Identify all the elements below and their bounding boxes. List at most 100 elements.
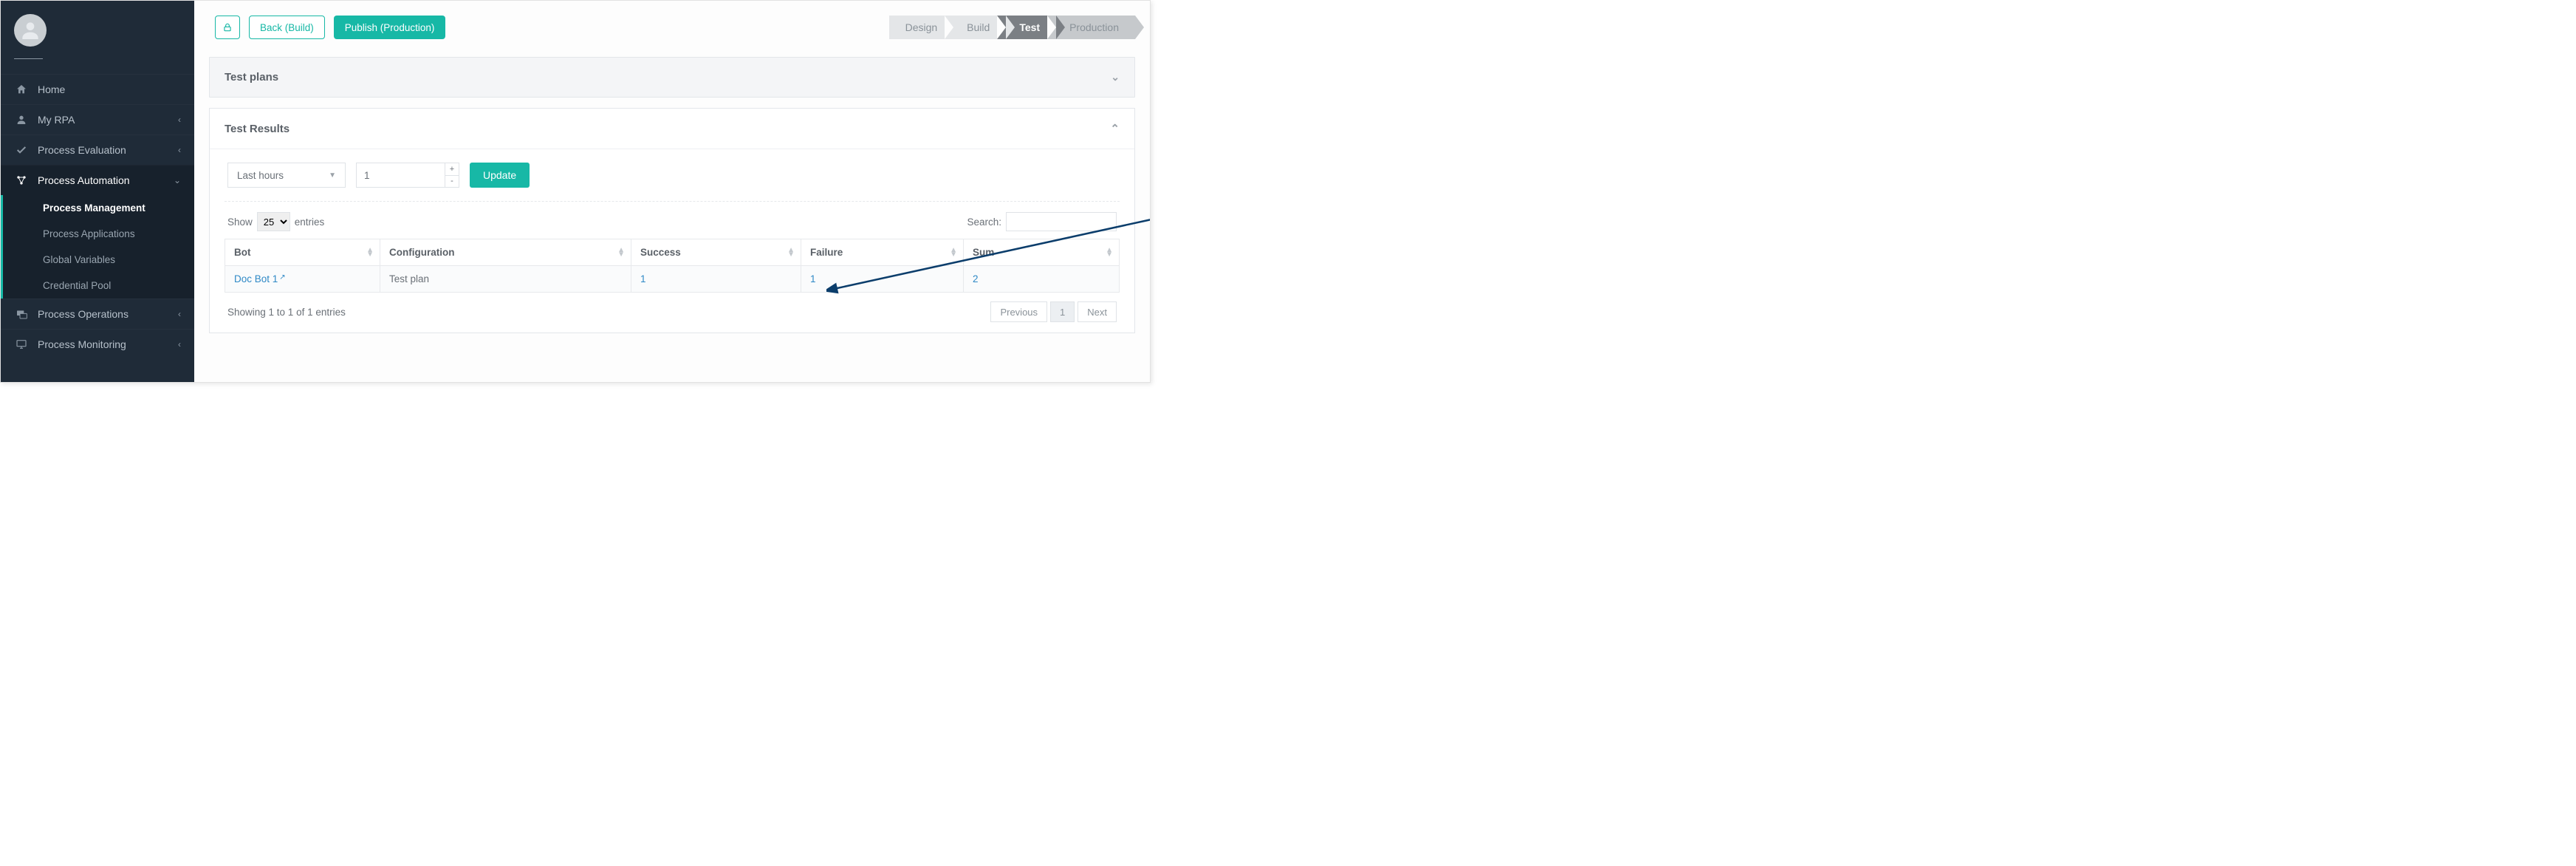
pager-prev[interactable]: Previous: [990, 301, 1047, 322]
subnav-label: Global Variables: [43, 254, 115, 265]
update-button[interactable]: Update: [470, 163, 530, 188]
chevron-left-icon: ‹: [178, 145, 181, 155]
failure-link[interactable]: 1: [810, 273, 816, 284]
chevron-left-icon: ‹: [178, 115, 181, 125]
panel-test-plans-header[interactable]: Test plans ⌄: [210, 58, 1134, 97]
col-label: Bot: [234, 247, 251, 258]
col-configuration[interactable]: Configuration ▲▼: [380, 239, 631, 266]
lock-button[interactable]: [215, 16, 240, 39]
table-info: Showing 1 to 1 of 1 entries: [227, 307, 346, 318]
sort-icon: ▲▼: [787, 248, 795, 257]
col-label: Configuration: [389, 247, 454, 258]
sidebar-item-process-monitoring[interactable]: Process Monitoring ‹: [1, 329, 194, 359]
subnav-global-variables[interactable]: Global Variables: [3, 247, 194, 273]
monitor-icon: [14, 338, 29, 350]
panel-test-results-header[interactable]: Test Results ⌃: [210, 109, 1134, 149]
col-success[interactable]: Success▲▼: [631, 239, 801, 266]
table-row: Doc Bot 1↗ Test plan 1 1 2: [225, 266, 1120, 293]
process-automation-submenu: Process Management Process Applications …: [1, 195, 194, 299]
sidebar: ——— Home My RPA ‹ Process Evaluation: [1, 1, 194, 382]
sidebar-item-home[interactable]: Home: [1, 74, 194, 104]
user-icon: [14, 114, 29, 126]
external-link-icon: ↗: [279, 273, 285, 282]
sort-icon: ▲▼: [366, 248, 374, 257]
sidebar-item-my-rpa[interactable]: My RPA ‹: [1, 104, 194, 134]
sort-icon: ▲▼: [617, 248, 625, 257]
pager-page-1[interactable]: 1: [1050, 301, 1075, 322]
pager-next[interactable]: Next: [1078, 301, 1117, 322]
back-build-button[interactable]: Back (Build): [249, 16, 325, 39]
sidebar-item-process-operations[interactable]: Process Operations ‹: [1, 299, 194, 329]
home-icon: [14, 83, 29, 95]
subnav-label: Process Management: [43, 202, 145, 214]
table-footer: Showing 1 to 1 of 1 entries Previous 1 N…: [225, 293, 1120, 322]
table-controls: Show 25 entries Search:: [225, 202, 1120, 239]
subnav-process-applications[interactable]: Process Applications: [3, 221, 194, 247]
stage-breadcrumb: Design Build Test Production: [889, 16, 1135, 39]
cell-failure: 1: [801, 266, 964, 293]
stage-label: Design: [905, 21, 938, 33]
sidebar-item-label: Process Monitoring: [38, 338, 178, 350]
page-size-select[interactable]: 25: [257, 212, 290, 231]
chevron-down-icon: ⌄: [174, 175, 181, 185]
search-input[interactable]: [1006, 212, 1117, 231]
subnav-process-management[interactable]: Process Management: [3, 195, 194, 221]
chevron-left-icon: ‹: [178, 339, 181, 350]
caret-down-icon: ▼: [329, 171, 336, 180]
sum-link[interactable]: 2: [973, 273, 979, 284]
col-bot[interactable]: Bot ▲▼: [225, 239, 380, 266]
sidebar-item-label: Process Operations: [38, 308, 178, 320]
button-label: Update: [483, 169, 516, 181]
col-label: Failure: [810, 247, 843, 258]
subnav-label: Process Applications: [43, 228, 135, 239]
link-text: Doc Bot 1: [234, 273, 278, 284]
hours-input[interactable]: [356, 163, 445, 188]
subnav-label: Credential Pool: [43, 280, 111, 291]
button-label: Publish (Production): [345, 22, 435, 33]
sidebar-nav: Home My RPA ‹ Process Evaluation ‹: [1, 74, 194, 359]
operations-icon: [14, 308, 29, 320]
chevron-up-icon: ⌃: [1110, 122, 1120, 135]
col-sum[interactable]: Sum▲▼: [964, 239, 1120, 266]
sidebar-item-label: Home: [38, 83, 181, 95]
avatar[interactable]: [14, 14, 47, 47]
stage-design[interactable]: Design: [889, 16, 954, 39]
sidebar-item-label: Process Evaluation: [38, 144, 178, 156]
sidebar-item-label: My RPA: [38, 114, 178, 126]
col-failure[interactable]: Failure ▲▼: [801, 239, 964, 266]
cell-bot: Doc Bot 1↗: [225, 266, 380, 293]
pager: Previous 1 Next: [990, 301, 1117, 322]
check-icon: [14, 144, 29, 156]
bot-link[interactable]: Doc Bot 1↗: [234, 273, 286, 284]
panel-test-results-body: Last hours ▼ + - Update: [210, 149, 1134, 333]
cell-text: Test plan: [389, 273, 429, 284]
sidebar-item-label: Process Automation: [38, 174, 174, 186]
show-label-pre: Show: [227, 216, 253, 228]
spinner-up-button[interactable]: +: [445, 163, 459, 175]
network-icon: [14, 174, 29, 186]
button-label: Next: [1087, 307, 1107, 318]
main: Back (Build) Publish (Production) Design…: [194, 1, 1150, 382]
cell-success: 1: [631, 266, 801, 293]
time-range-select[interactable]: Last hours ▼: [227, 163, 346, 188]
col-label: Sum: [973, 247, 994, 258]
panel-test-plans: Test plans ⌄: [209, 57, 1135, 98]
sidebar-item-process-evaluation[interactable]: Process Evaluation ‹: [1, 134, 194, 165]
hours-spinner: + -: [356, 163, 459, 188]
sort-icon: ▲▼: [950, 248, 957, 257]
panel-title: Test Results: [225, 123, 290, 135]
publish-production-button[interactable]: Publish (Production): [334, 16, 446, 39]
subnav-credential-pool[interactable]: Credential Pool: [3, 273, 194, 299]
topbar: Back (Build) Publish (Production) Design…: [194, 1, 1150, 51]
panel-test-results: Test Results ⌃ Last hours ▼ + -: [209, 108, 1135, 333]
chevron-left-icon: ‹: [178, 309, 181, 319]
button-label: 1: [1060, 307, 1065, 318]
select-value: Last hours: [237, 170, 284, 181]
cell-configuration: Test plan: [380, 266, 631, 293]
cell-sum: 2: [964, 266, 1120, 293]
sidebar-item-process-automation[interactable]: Process Automation ⌄: [1, 165, 194, 195]
show-label-post: entries: [295, 216, 325, 228]
spinner-down-button[interactable]: -: [445, 175, 459, 188]
success-link[interactable]: 1: [640, 273, 646, 284]
table-search: Search:: [967, 212, 1117, 231]
